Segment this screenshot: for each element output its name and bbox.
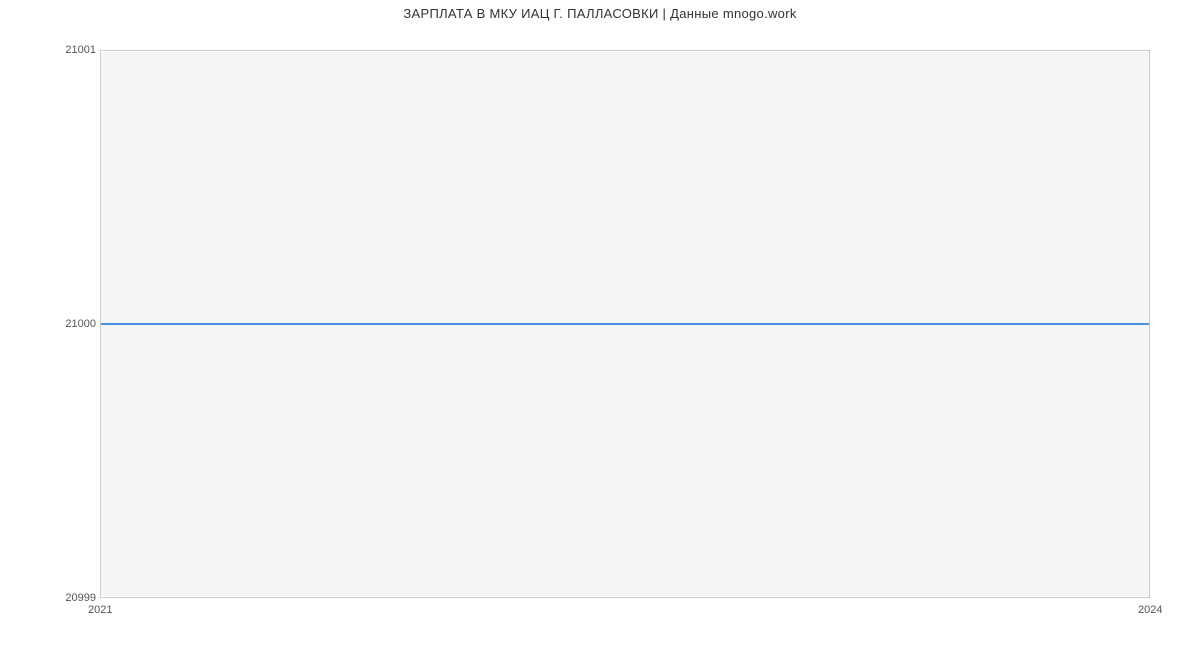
x-tick-2021: 2021 — [88, 604, 112, 616]
chart-title: ЗАРПЛАТА В МКУ ИАЦ Г. ПАЛЛАСОВКИ | Данны… — [0, 6, 1200, 21]
data-line — [101, 323, 1149, 325]
plot-area — [100, 50, 1150, 598]
grid-line-bottom — [101, 596, 1149, 597]
grid-line-top — [101, 51, 1149, 52]
y-tick-21001: 21001 — [56, 44, 96, 56]
x-tick-2024: 2024 — [1138, 604, 1162, 616]
y-tick-21000: 21000 — [56, 318, 96, 330]
y-tick-20999: 20999 — [56, 592, 96, 604]
